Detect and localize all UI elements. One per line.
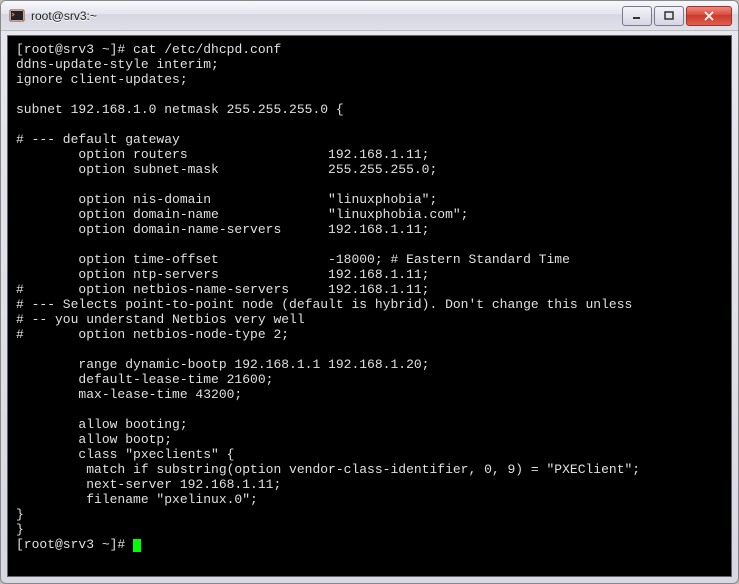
cursor-icon — [133, 539, 141, 552]
output-line: } — [16, 507, 24, 522]
output-line: subnet 192.168.1.0 netmask 255.255.255.0… — [16, 102, 344, 117]
output-line: } — [16, 522, 24, 537]
output-line: match if substring(option vendor-class-i… — [16, 462, 640, 477]
shell-prompt: [root@srv3 ~]# — [16, 537, 125, 552]
shell-prompt: [root@srv3 ~]# — [16, 42, 125, 57]
output-line: # option netbios-node-type 2; — [16, 327, 289, 342]
output-line: option nis-domain "linuxphobia"; — [16, 192, 437, 207]
output-line: option subnet-mask 255.255.255.0; — [16, 162, 437, 177]
output-line: class "pxeclients" { — [16, 447, 234, 462]
maximize-button[interactable] — [654, 6, 684, 26]
app-icon — [9, 8, 25, 24]
terminal-viewport[interactable]: [root@srv3 ~]# cat /etc/dhcpd.conf ddns-… — [7, 35, 732, 577]
output-line: allow booting; — [16, 417, 188, 432]
output-line: # -- you understand Netbios very well — [16, 312, 305, 327]
minimize-button[interactable] — [622, 6, 652, 26]
output-line: option time-offset -18000; # Eastern Sta… — [16, 252, 570, 267]
output-line: filename "pxelinux.0"; — [16, 492, 258, 507]
window-title: root@srv3:~ — [31, 9, 620, 23]
output-line: # option netbios-name-servers 192.168.1.… — [16, 282, 429, 297]
terminal-window: root@srv3:~ [root@srv3 ~]# cat /etc/dhcp… — [0, 0, 739, 584]
output-line: max-lease-time 43200; — [16, 387, 242, 402]
close-button[interactable] — [686, 6, 732, 26]
titlebar[interactable]: root@srv3:~ — [1, 1, 738, 31]
output-line: range dynamic-bootp 192.168.1.1 192.168.… — [16, 357, 429, 372]
output-line: option domain-name "linuxphobia.com"; — [16, 207, 468, 222]
output-line: ddns-update-style interim; — [16, 57, 219, 72]
shell-command: cat /etc/dhcpd.conf — [133, 42, 281, 57]
output-line: ignore client-updates; — [16, 72, 188, 87]
output-line: # --- default gateway — [16, 132, 180, 147]
output-line: # --- Selects point-to-point node (defau… — [16, 297, 632, 312]
output-line: default-lease-time 21600; — [16, 372, 273, 387]
output-line: option routers 192.168.1.11; — [16, 147, 429, 162]
output-line: option ntp-servers 192.168.1.11; — [16, 267, 429, 282]
output-line: allow bootp; — [16, 432, 172, 447]
output-line: next-server 192.168.1.11; — [16, 477, 281, 492]
output-line: option domain-name-servers 192.168.1.11; — [16, 222, 429, 237]
window-controls — [620, 6, 732, 26]
